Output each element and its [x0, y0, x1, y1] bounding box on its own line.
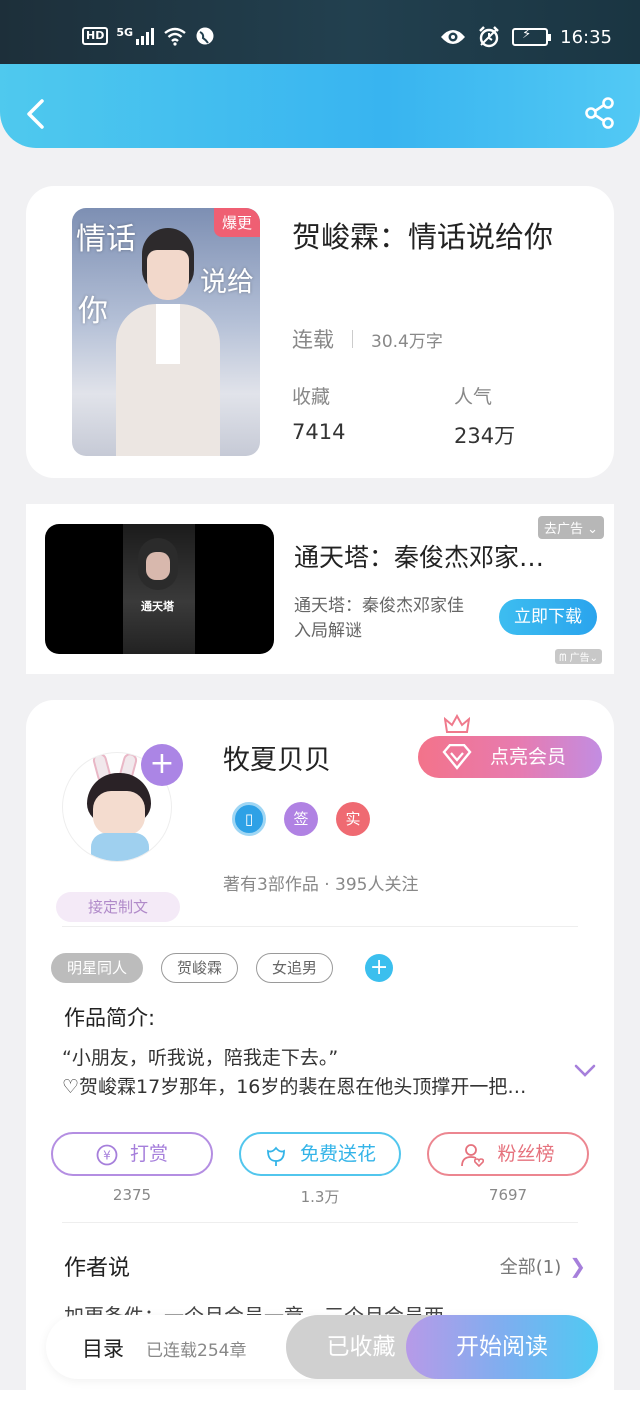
battery-icon — [512, 27, 552, 46]
meta-divider — [352, 330, 353, 348]
book-info-card: 情话 说给 你 爆更 贺峻霖：情话说给你 连载 30.4万字 收藏 7414 人… — [26, 186, 614, 478]
status-right: 16:35 — [440, 26, 612, 48]
remove-ad-label: 去广告 — [543, 522, 583, 537]
intro-text[interactable]: “小朋友，听我说，陪我走下去。” ♡贺峻霖17岁那年，16岁的裴在恩在他头顶撑开… — [62, 1044, 552, 1102]
chevron-down-icon[interactable] — [574, 1064, 596, 1078]
network-label: 5G — [116, 25, 134, 39]
word-count: 30.4万字 — [371, 331, 443, 352]
tip-label: 打赏 — [129, 1143, 168, 1165]
signal-icon — [136, 28, 155, 45]
fan-count: 7697 — [488, 1186, 528, 1204]
bottom-action-bar: 目录 已连载254章 已收藏 开始阅读 — [46, 1315, 598, 1379]
divider — [62, 1222, 578, 1223]
intro-line-1: “小朋友，听我说，陪我走下去。” — [62, 1047, 339, 1069]
follow-button[interactable]: + — [141, 744, 183, 786]
hot-badge: 爆更 — [213, 208, 260, 237]
author-name[interactable]: 牧夏贝贝 — [223, 738, 331, 777]
status-left: HD 5G — [82, 26, 215, 46]
book-meta: 连载 30.4万字 — [292, 324, 443, 354]
wifi-icon — [164, 27, 186, 46]
remove-ad-button[interactable]: 去广告 ⌄ — [537, 516, 604, 539]
hd-icon: HD — [82, 27, 109, 45]
divider — [62, 926, 578, 927]
ad-description: 通天塔：秦俊杰邓家佳入局解谜 — [294, 596, 464, 641]
author-summary: 著有3部作品 · 395人关注 — [223, 875, 419, 895]
status-time: 16:35 — [560, 26, 612, 48]
tip-button[interactable]: ¥ 打赏 — [51, 1132, 213, 1176]
ad-banner[interactable]: 通天塔 去广告 ⌄ 通天塔：秦俊杰邓家佳入局解谜 通天塔：秦俊杰邓家佳入局解谜 … — [26, 504, 614, 674]
book-cover[interactable]: 情话 说给 你 爆更 — [72, 208, 260, 456]
vip-button[interactable]: 点亮会员 — [418, 736, 602, 778]
chevron-right-icon: ❯ — [569, 1254, 586, 1278]
diamond-icon — [442, 744, 472, 770]
tag-list: 明星同人 贺峻霖 女追男 + — [51, 953, 394, 983]
eye-icon — [441, 30, 466, 44]
author-says-all-label: 全部(1) — [499, 1257, 562, 1278]
back-icon[interactable] — [22, 98, 50, 130]
tag-item[interactable]: 明星同人 — [51, 953, 144, 983]
sign-badge: 签 — [284, 802, 318, 836]
popularity-value: 234万 — [454, 424, 516, 448]
fan-ranking-button[interactable]: 粉丝榜 — [427, 1132, 589, 1176]
yen-coin-icon: ¥ — [96, 1144, 118, 1165]
ad-download-button[interactable]: 立即下载 — [499, 599, 597, 635]
ad-thumb-title: 通天塔 — [141, 600, 174, 613]
author-says-heading: 作者说 — [64, 1256, 131, 1281]
book-title: 贺峻霖：情话说给你 — [292, 220, 554, 254]
favorites-label: 收藏 — [292, 386, 331, 408]
book-status: 连载 — [292, 328, 334, 352]
alarm-icon — [479, 26, 499, 48]
flower-icon — [267, 1146, 285, 1166]
tag-item[interactable]: 女追男 — [256, 953, 334, 983]
toc-button[interactable]: 目录 — [82, 1333, 124, 1363]
ad-thumbnail[interactable]: 通天塔 — [45, 524, 274, 654]
chapter-info: 已连载254章 — [146, 1341, 247, 1361]
user-heart-icon — [461, 1143, 485, 1167]
fan-ranking-label: 粉丝榜 — [497, 1143, 555, 1165]
level-badge-icon: ▯ — [232, 802, 266, 836]
verified-badge: 实 — [336, 802, 370, 836]
header-bar — [0, 64, 640, 148]
tip-count: 2375 — [112, 1186, 152, 1204]
popularity-label: 人气 — [454, 386, 493, 408]
intro-line-2: ♡贺峻霖17岁那年，16岁的裴在恩在他头顶撑开一把… — [62, 1076, 527, 1098]
ad-mark-label: 广告 — [569, 653, 590, 664]
flower-count: 1.3万 — [300, 1188, 340, 1206]
bottom-strip — [0, 1390, 640, 1422]
cover-text-3: 你 — [78, 294, 108, 329]
ad-mark: ᗰ 广告⌄ — [555, 649, 602, 664]
cover-figure — [116, 228, 220, 456]
intro-heading: 作品简介: — [64, 1006, 156, 1030]
ad-title: 通天塔：秦俊杰邓家佳入局解谜 — [294, 543, 564, 572]
start-reading-button[interactable]: 开始阅读 — [406, 1315, 598, 1379]
custom-order-tag: 接定制文 — [56, 892, 180, 922]
favorites-value: 7414 — [292, 420, 346, 444]
author-says-all-link[interactable]: 全部(1) ❯ — [500, 1253, 586, 1279]
svg-text:¥: ¥ — [103, 1148, 111, 1162]
crown-icon — [444, 714, 470, 733]
author-badges: ▯ 签 实 — [232, 802, 370, 836]
tag-item[interactable]: 贺峻霖 — [161, 953, 239, 983]
globe-icon — [196, 27, 214, 45]
share-icon[interactable] — [584, 96, 616, 130]
author-card: + 接定制文 牧夏贝贝 点亮会员 ▯ 签 实 著有3部作品 · 395人关注 明… — [26, 700, 614, 1422]
status-bar: HD 5G 16:35 — [0, 0, 640, 70]
send-flower-button[interactable]: 免费送花 — [239, 1132, 401, 1176]
send-flower-label: 免费送花 — [299, 1143, 376, 1165]
vip-button-label: 点亮会员 — [490, 746, 567, 768]
add-tag-button[interactable]: + — [365, 954, 394, 982]
